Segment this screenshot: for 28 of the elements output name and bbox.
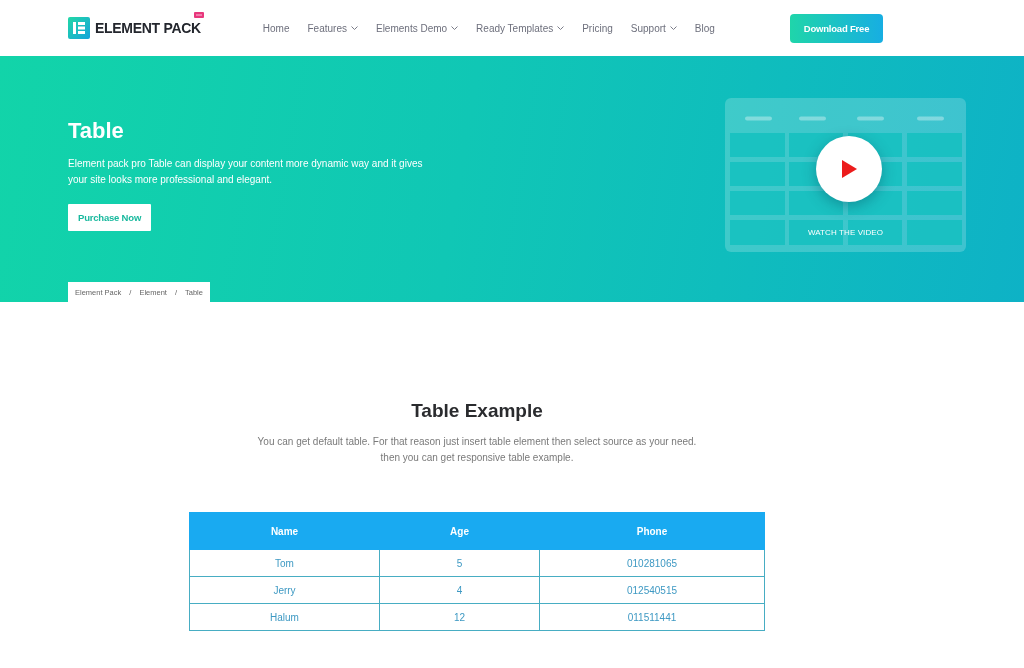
column-header: Phone [539, 512, 765, 550]
tag-icon [193, 12, 204, 18]
nav-link[interactable]: Support [630, 22, 677, 34]
table-cell: 5 [379, 549, 540, 577]
table-cell: Jerry [189, 576, 380, 604]
table-cell: 4 [379, 576, 540, 604]
logo-text: ELEMENT PACK [95, 20, 201, 36]
table-cell: 010281065 [539, 549, 765, 577]
video-caption: WATCH THE VIDEO [807, 228, 884, 237]
nav-link[interactable]: Pricing [582, 22, 613, 34]
logo-icon [68, 17, 90, 39]
table-cell: Tom [189, 549, 380, 577]
nav-link[interactable]: Elements Demo [375, 22, 459, 34]
hero-description: Element pack pro Table can display your content more dynamic way and it gives your site looks more professional and elegant. [68, 157, 424, 187]
column-header: Name [189, 512, 380, 550]
nav-link[interactable]: Blog [694, 22, 715, 34]
nav-link[interactable]: Features [307, 22, 358, 34]
hero-title: Table [68, 117, 124, 145]
table-cell: 011511441 [539, 603, 765, 631]
table-cell: 12 [379, 603, 540, 631]
section-description: You can get default table. For that reason just insert table element then select source as your need. then you can get responsive table example. [256, 435, 698, 465]
table-cell: Halum [189, 603, 380, 631]
nav-link[interactable]: Home [262, 22, 290, 34]
table-cell: 012540515 [539, 576, 765, 604]
column-header: Age [379, 512, 540, 550]
play-icon [841, 160, 857, 178]
nav-link[interactable]: Ready Templates [476, 22, 565, 34]
section-title: Table Example [411, 399, 543, 423]
